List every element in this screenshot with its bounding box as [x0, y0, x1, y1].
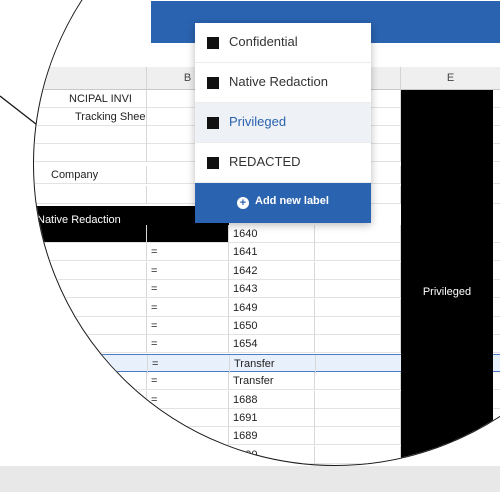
cell-d[interactable]	[315, 390, 401, 409]
cell-a[interactable]	[34, 445, 147, 464]
menu-item-redacted[interactable]: REDACTED	[195, 143, 371, 183]
cell-b[interactable]: =	[148, 354, 230, 373]
cell-a[interactable]	[34, 372, 147, 391]
cell-a[interactable]	[34, 427, 147, 446]
cell-b[interactable]: =	[147, 261, 229, 280]
cell-c[interactable]: 1691	[229, 409, 315, 427]
cell-c[interactable]: 1649	[229, 298, 315, 317]
cell-c[interactable]: 1690	[229, 445, 315, 464]
cell-a[interactable]	[34, 225, 147, 243]
label-color-swatch	[207, 37, 219, 49]
cell-b[interactable]: =	[147, 280, 229, 299]
screenshot-stage: B E NCIPAL INVI Tracking Shee Company Na…	[0, 0, 500, 492]
spreadsheet: B E NCIPAL INVI Tracking Shee Company Na…	[34, 1, 500, 465]
cell-b[interactable]: =	[147, 372, 229, 391]
cell-d[interactable]	[315, 409, 401, 427]
plus-circle-icon: +	[237, 197, 249, 209]
column-header-a[interactable]	[34, 67, 147, 90]
cell-a[interactable]: 2	[34, 317, 147, 335]
cell-b[interactable]: =	[147, 243, 229, 262]
cell-b[interactable]: =	[147, 390, 229, 409]
cell-b[interactable]: =	[147, 427, 229, 446]
cell-d[interactable]	[315, 335, 401, 354]
company-label: Company	[51, 169, 99, 181]
menu-item-confidential[interactable]: Confidential	[195, 23, 371, 63]
cell-c[interactable]: 1640	[229, 225, 315, 243]
cell-b[interactable]: =	[147, 298, 229, 317]
cell-b[interactable]	[147, 445, 229, 464]
cell-d[interactable]	[315, 280, 401, 299]
cell-c[interactable]: 1650	[229, 317, 315, 335]
cell-d[interactable]	[315, 225, 401, 243]
cell-a[interactable]	[34, 354, 148, 373]
cell-d[interactable]	[315, 298, 401, 317]
cell-d[interactable]	[316, 354, 402, 373]
cell-c[interactable]: 1642	[229, 261, 315, 280]
label-color-swatch	[207, 157, 219, 169]
label-dropdown-menu: Confidential Native Redaction Privileged…	[195, 23, 371, 223]
cell-b[interactable]	[147, 225, 229, 243]
title-line-2: Tracking Shee	[75, 111, 146, 123]
title-line-1: NCIPAL INVI	[69, 93, 132, 105]
cell-d[interactable]	[315, 261, 401, 280]
magnifier-lens: B E NCIPAL INVI Tracking Shee Company Na…	[33, 0, 500, 466]
add-new-label-button[interactable]: + Add new label	[195, 183, 371, 223]
cell-b[interactable]: =	[147, 335, 229, 354]
cell-a[interactable]: 19	[34, 280, 147, 299]
cell-c[interactable]: 1654	[229, 335, 315, 354]
privileged-redaction-column: Privileged	[401, 90, 493, 465]
cell-c[interactable]: Transfer	[229, 372, 315, 391]
column-header-e[interactable]: E	[401, 67, 500, 90]
menu-item-native-redaction[interactable]: Native Redaction	[195, 63, 371, 103]
cell-b[interactable]: =	[147, 409, 229, 427]
cell-d[interactable]	[315, 427, 401, 446]
label-color-swatch	[207, 117, 219, 129]
cell-a[interactable]	[34, 409, 147, 427]
cell-d[interactable]	[315, 372, 401, 391]
cell-d[interactable]	[315, 445, 401, 464]
cell-a[interactable]: 2	[34, 298, 147, 317]
cell-b[interactable]: =	[147, 317, 229, 335]
label-color-swatch	[207, 77, 219, 89]
cell-c[interactable]: 1643	[229, 280, 315, 299]
cell-a[interactable]: 14	[34, 261, 147, 280]
cell-c[interactable]: 1689	[229, 427, 315, 446]
privileged-label: Privileged	[422, 286, 472, 298]
cell-a[interactable]	[34, 335, 147, 354]
cell-c[interactable]: 1641	[229, 243, 315, 262]
cell-d[interactable]	[315, 317, 401, 335]
cell-a[interactable]: 15	[34, 243, 147, 262]
cell-c[interactable]: Transfer	[230, 354, 316, 373]
cell-d[interactable]	[315, 243, 401, 262]
bottom-bar	[0, 466, 500, 492]
cell-c[interactable]: 1688	[229, 390, 315, 409]
menu-item-privileged[interactable]: Privileged	[195, 103, 371, 143]
cell-a[interactable]	[34, 390, 147, 409]
